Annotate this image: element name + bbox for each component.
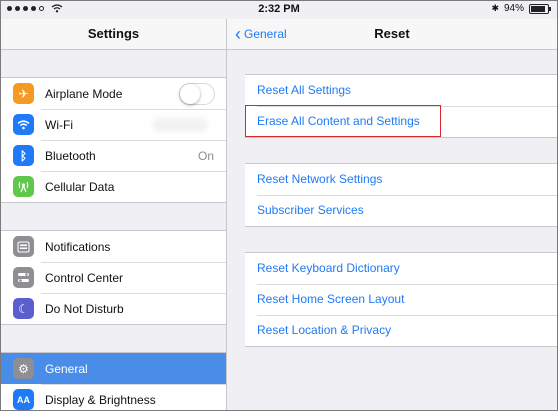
sidebar-group-notifications: Notifications Control Center ☾ Do Not Di…	[1, 230, 226, 325]
reset-location-privacy-button[interactable]: Reset Location & Privacy	[245, 315, 557, 346]
sidebar-item-label: Do Not Disturb	[45, 301, 124, 316]
sidebar-item-control-center[interactable]: Control Center	[1, 262, 226, 293]
wifi-network-name-redacted	[152, 117, 208, 132]
subscriber-services-button[interactable]: Subscriber Services	[245, 195, 557, 226]
sidebar-title: Settings	[1, 19, 226, 50]
page-title: Reset	[374, 26, 410, 41]
sidebar-group-connectivity: ✈ Airplane Mode Wi-Fi ᛒ Bluetooth On Cel…	[1, 77, 226, 203]
sidebar-item-label: Bluetooth	[45, 148, 96, 163]
erase-all-content-button[interactable]: Erase All Content and Settings	[245, 106, 557, 137]
wifi-icon	[13, 114, 34, 135]
sidebar-item-bluetooth[interactable]: ᛒ Bluetooth On	[1, 140, 226, 171]
moon-icon: ☾	[13, 298, 34, 319]
sidebar-item-label: Notifications	[45, 239, 111, 254]
reset-network-settings-button[interactable]: Reset Network Settings	[245, 164, 557, 195]
gear-icon: ⚙	[13, 358, 34, 379]
reset-group-3: Reset Keyboard Dictionary Reset Home Scr…	[245, 252, 557, 347]
airplane-mode-toggle[interactable]	[179, 82, 215, 105]
sidebar-item-label: Cellular Data	[45, 179, 115, 194]
reset-group-2: Reset Network Settings Subscriber Servic…	[245, 163, 557, 227]
sidebar-item-display-brightness[interactable]: AA Display & Brightness	[1, 384, 226, 410]
reset-keyboard-dictionary-button[interactable]: Reset Keyboard Dictionary	[245, 253, 557, 284]
reset-all-settings-button[interactable]: Reset All Settings	[245, 75, 557, 106]
bluetooth-icon: ᛒ	[13, 145, 34, 166]
status-bar: 2:32 PM ✱ 94%	[1, 1, 557, 19]
sidebar-item-label: Display & Brightness	[45, 392, 156, 407]
sidebar-item-label: Airplane Mode	[45, 86, 123, 101]
battery-percent: 94%	[503, 3, 524, 14]
sidebar-item-wifi[interactable]: Wi-Fi	[1, 109, 226, 140]
sidebar-item-airplane-mode[interactable]: ✈ Airplane Mode	[1, 78, 226, 109]
reset-group-1: Reset All Settings Erase All Content and…	[245, 74, 557, 138]
sidebar-item-general[interactable]: ⚙ General	[1, 353, 226, 384]
sidebar-group-general: ⚙ General AA Display & Brightness	[1, 352, 226, 410]
nav-bar: ‹ General Reset	[227, 19, 557, 50]
ipad-screen: 2:32 PM ✱ 94% Settings ✈ Airplane Mode W…	[0, 0, 558, 411]
sidebar-item-notifications[interactable]: Notifications	[1, 231, 226, 262]
bluetooth-status-value: On	[197, 148, 214, 163]
reset-home-screen-layout-button[interactable]: Reset Home Screen Layout	[245, 284, 557, 315]
status-time: 2:32 PM	[258, 3, 300, 15]
battery-icon	[529, 3, 551, 14]
display-icon: AA	[13, 389, 34, 410]
airplane-icon: ✈	[13, 83, 34, 104]
sidebar-item-label: Wi-Fi	[45, 117, 73, 132]
control-center-icon	[13, 267, 34, 288]
notifications-icon	[13, 236, 34, 257]
reset-panel: ‹ General Reset Reset All Settings Erase…	[227, 19, 557, 410]
bluetooth-status-icon: ✱	[491, 3, 499, 13]
sidebar-item-label: General	[45, 361, 88, 376]
settings-sidebar: Settings ✈ Airplane Mode Wi-Fi ᛒ Bluetoo…	[1, 19, 227, 410]
sidebar-item-do-not-disturb[interactable]: ☾ Do Not Disturb	[1, 293, 226, 324]
cellular-icon	[13, 176, 34, 197]
sidebar-item-label: Control Center	[45, 270, 124, 285]
sidebar-item-cellular-data[interactable]: Cellular Data	[1, 171, 226, 202]
